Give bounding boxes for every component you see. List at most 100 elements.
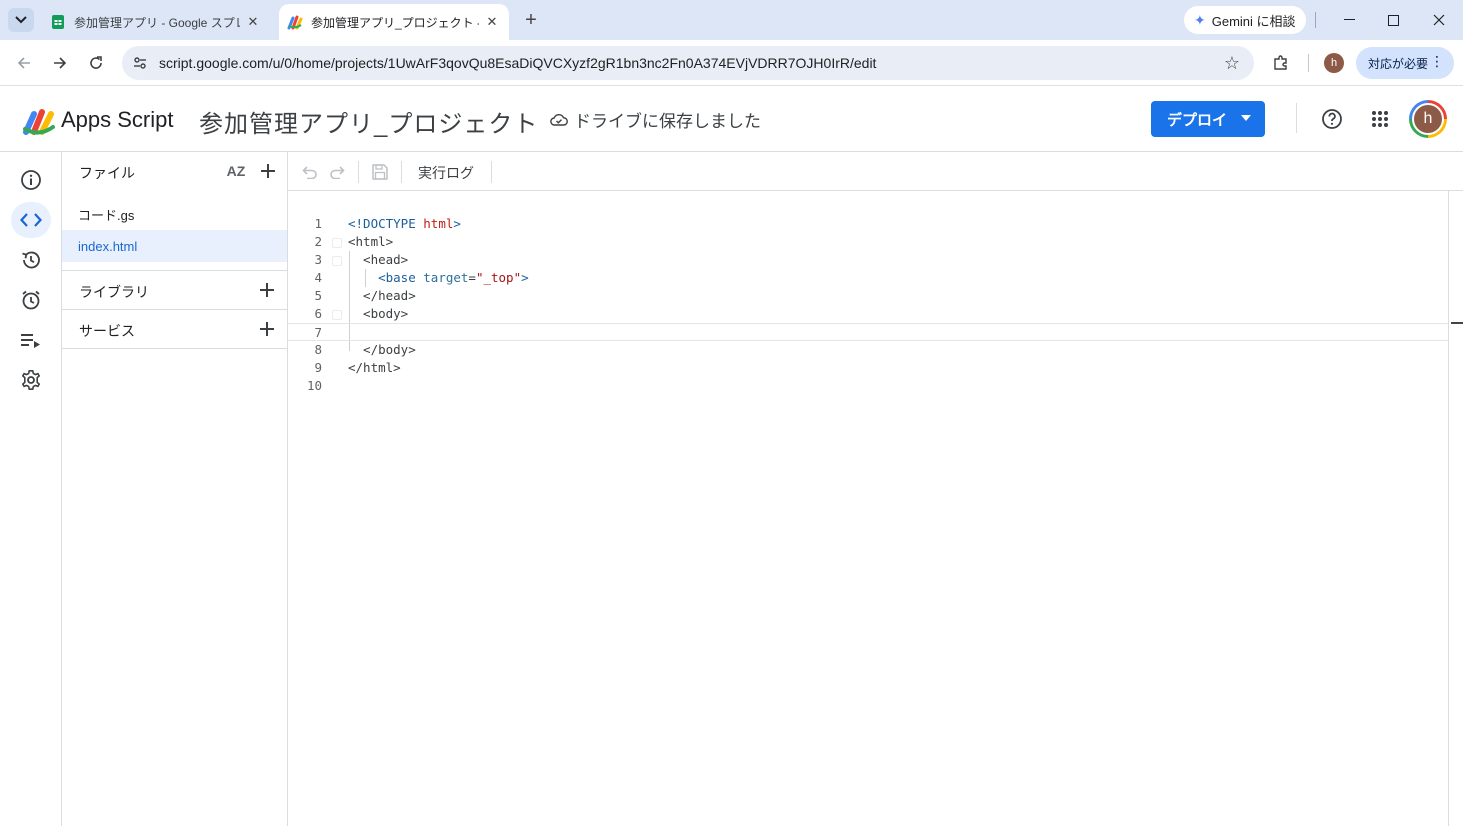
services-label: サービス [79, 323, 135, 339]
add-service-button[interactable] [256, 318, 278, 340]
apps-button[interactable] [1367, 106, 1393, 132]
rail-history[interactable] [11, 242, 51, 278]
code-text: <!DOCTYPE html> [348, 216, 461, 231]
code-line: 3 <head> [288, 251, 1448, 269]
file-item-code-gs[interactable]: コード.gs [62, 198, 287, 230]
code-text: <body> [348, 306, 409, 321]
toolbar-divider [1308, 54, 1309, 72]
account-avatar[interactable]: h [1409, 100, 1447, 138]
close-icon[interactable]: ✕ [244, 13, 262, 31]
rail-triggers[interactable] [11, 282, 51, 318]
toolbar-separator [358, 161, 359, 183]
undo-button[interactable] [299, 161, 321, 183]
close-icon[interactable]: ✕ [483, 13, 501, 31]
editor-scrollbar[interactable] [1448, 191, 1463, 826]
chevron-down-icon [15, 16, 27, 24]
line-number: 1 [314, 216, 322, 231]
rail-executions[interactable] [11, 322, 51, 358]
arrow-left-icon [17, 57, 30, 69]
reload-button[interactable] [83, 50, 109, 76]
rail-settings[interactable] [11, 362, 51, 398]
code-text: </head> [348, 288, 416, 303]
rail-overview[interactable] [11, 162, 51, 198]
plus-icon [261, 164, 275, 178]
save-icon [372, 164, 388, 180]
code-text: </body> [348, 342, 416, 357]
action-required-button[interactable]: 対応が必要 ⋮ [1356, 47, 1454, 79]
files-header: ファイル AZ [62, 152, 287, 190]
code-text: <head> [348, 252, 409, 267]
save-status-text: ドライブに保存しました [574, 112, 761, 131]
code-icon [20, 213, 42, 227]
browser-tab-sheets[interactable]: 参加管理アプリ - Google スプレッドシート ✕ [42, 4, 270, 40]
minimize-icon [1343, 19, 1355, 20]
url-text: script.google.com/u/0/home/projects/1UwA… [159, 55, 877, 71]
tab-search-button[interactable] [8, 8, 34, 32]
help-button[interactable] [1319, 106, 1345, 132]
alarm-icon [22, 290, 40, 310]
gemini-button[interactable]: ✦ Gemini に相談 [1184, 6, 1306, 34]
project-title[interactable]: 参加管理アプリ_プロジェクト [199, 104, 538, 139]
line-number: 8 [314, 342, 322, 357]
site-info-button[interactable] [130, 53, 150, 73]
add-file-button[interactable] [257, 160, 279, 182]
save-status: ドライブに保存しました [550, 107, 761, 132]
forward-button[interactable] [47, 50, 73, 76]
code-line: 5 </head> [288, 287, 1448, 305]
code-line: 10 [288, 377, 1448, 395]
help-icon [1322, 109, 1342, 129]
scrollbar-cursor-marker [1451, 322, 1463, 324]
bookmark-star-icon[interactable]: ☆ [1222, 53, 1242, 73]
files-panel: ファイル AZ コード.gs index.html ライブラリ サービス [62, 152, 288, 826]
new-tab-button[interactable]: + [518, 8, 544, 32]
sort-az-button[interactable]: AZ [225, 160, 247, 182]
libraries-section: ライブラリ [62, 270, 287, 309]
minimize-button[interactable] [1327, 6, 1371, 34]
apps-grid-icon [1372, 111, 1388, 127]
code-line: 6 <body> [288, 305, 1448, 323]
maximize-button[interactable] [1371, 6, 1415, 34]
browser-tab-apps-script[interactable]: 参加管理アプリ_プロジェクト - プロジェクト ✕ [279, 4, 509, 40]
save-button[interactable] [369, 161, 391, 183]
window-close-button[interactable] [1417, 6, 1461, 34]
sheets-favicon-icon [52, 15, 64, 29]
toolbar-separator [491, 161, 492, 183]
code-text: </html> [348, 360, 401, 375]
tab-title: 参加管理アプリ_プロジェクト - プロジェクト [311, 15, 479, 30]
rail-editor[interactable] [11, 202, 51, 238]
caret-down-icon [1241, 115, 1251, 121]
tab-title: 参加管理アプリ - Google スプレッドシート [74, 15, 240, 30]
info-icon [21, 170, 41, 190]
browser-toolbar: script.google.com/u/0/home/projects/1UwA… [0, 40, 1463, 86]
maximize-icon [1387, 14, 1399, 26]
profile-avatar[interactable]: h [1324, 53, 1344, 73]
puzzle-icon [1274, 55, 1287, 70]
code-line-current: 7 [288, 323, 1463, 341]
execution-log-button[interactable]: 実行ログ [418, 163, 474, 183]
line-number: 6 [314, 306, 322, 321]
line-number: 7 [314, 325, 322, 340]
code-text: <base target="_top"> [348, 270, 529, 285]
section-divider [62, 348, 287, 349]
deploy-label: デプロイ [1167, 111, 1228, 129]
apps-script-logo-icon[interactable] [22, 106, 56, 136]
add-library-button[interactable] [256, 279, 278, 301]
editor-toolbar: 実行ログ [288, 152, 1463, 191]
reload-icon [90, 56, 102, 69]
cloud-done-icon [550, 113, 568, 126]
undo-icon [302, 166, 317, 179]
left-nav-rail [0, 152, 62, 826]
app-name[interactable]: Apps Script [61, 107, 174, 133]
back-button[interactable] [11, 50, 37, 76]
arrow-right-icon [54, 57, 67, 69]
code-editor[interactable]: 1 <!DOCTYPE html> 2 <html> 3 <head> 4 <b… [288, 191, 1463, 826]
redo-button[interactable] [326, 161, 348, 183]
redo-icon [330, 166, 345, 179]
tabbar-divider [1315, 12, 1316, 28]
deploy-button[interactable]: デプロイ [1151, 101, 1265, 137]
extensions-button[interactable] [1268, 50, 1294, 76]
tune-icon [134, 57, 146, 69]
file-item-index-html[interactable]: index.html [62, 230, 287, 262]
line-number: 3 [314, 252, 322, 267]
address-bar[interactable]: script.google.com/u/0/home/projects/1UwA… [122, 46, 1254, 80]
